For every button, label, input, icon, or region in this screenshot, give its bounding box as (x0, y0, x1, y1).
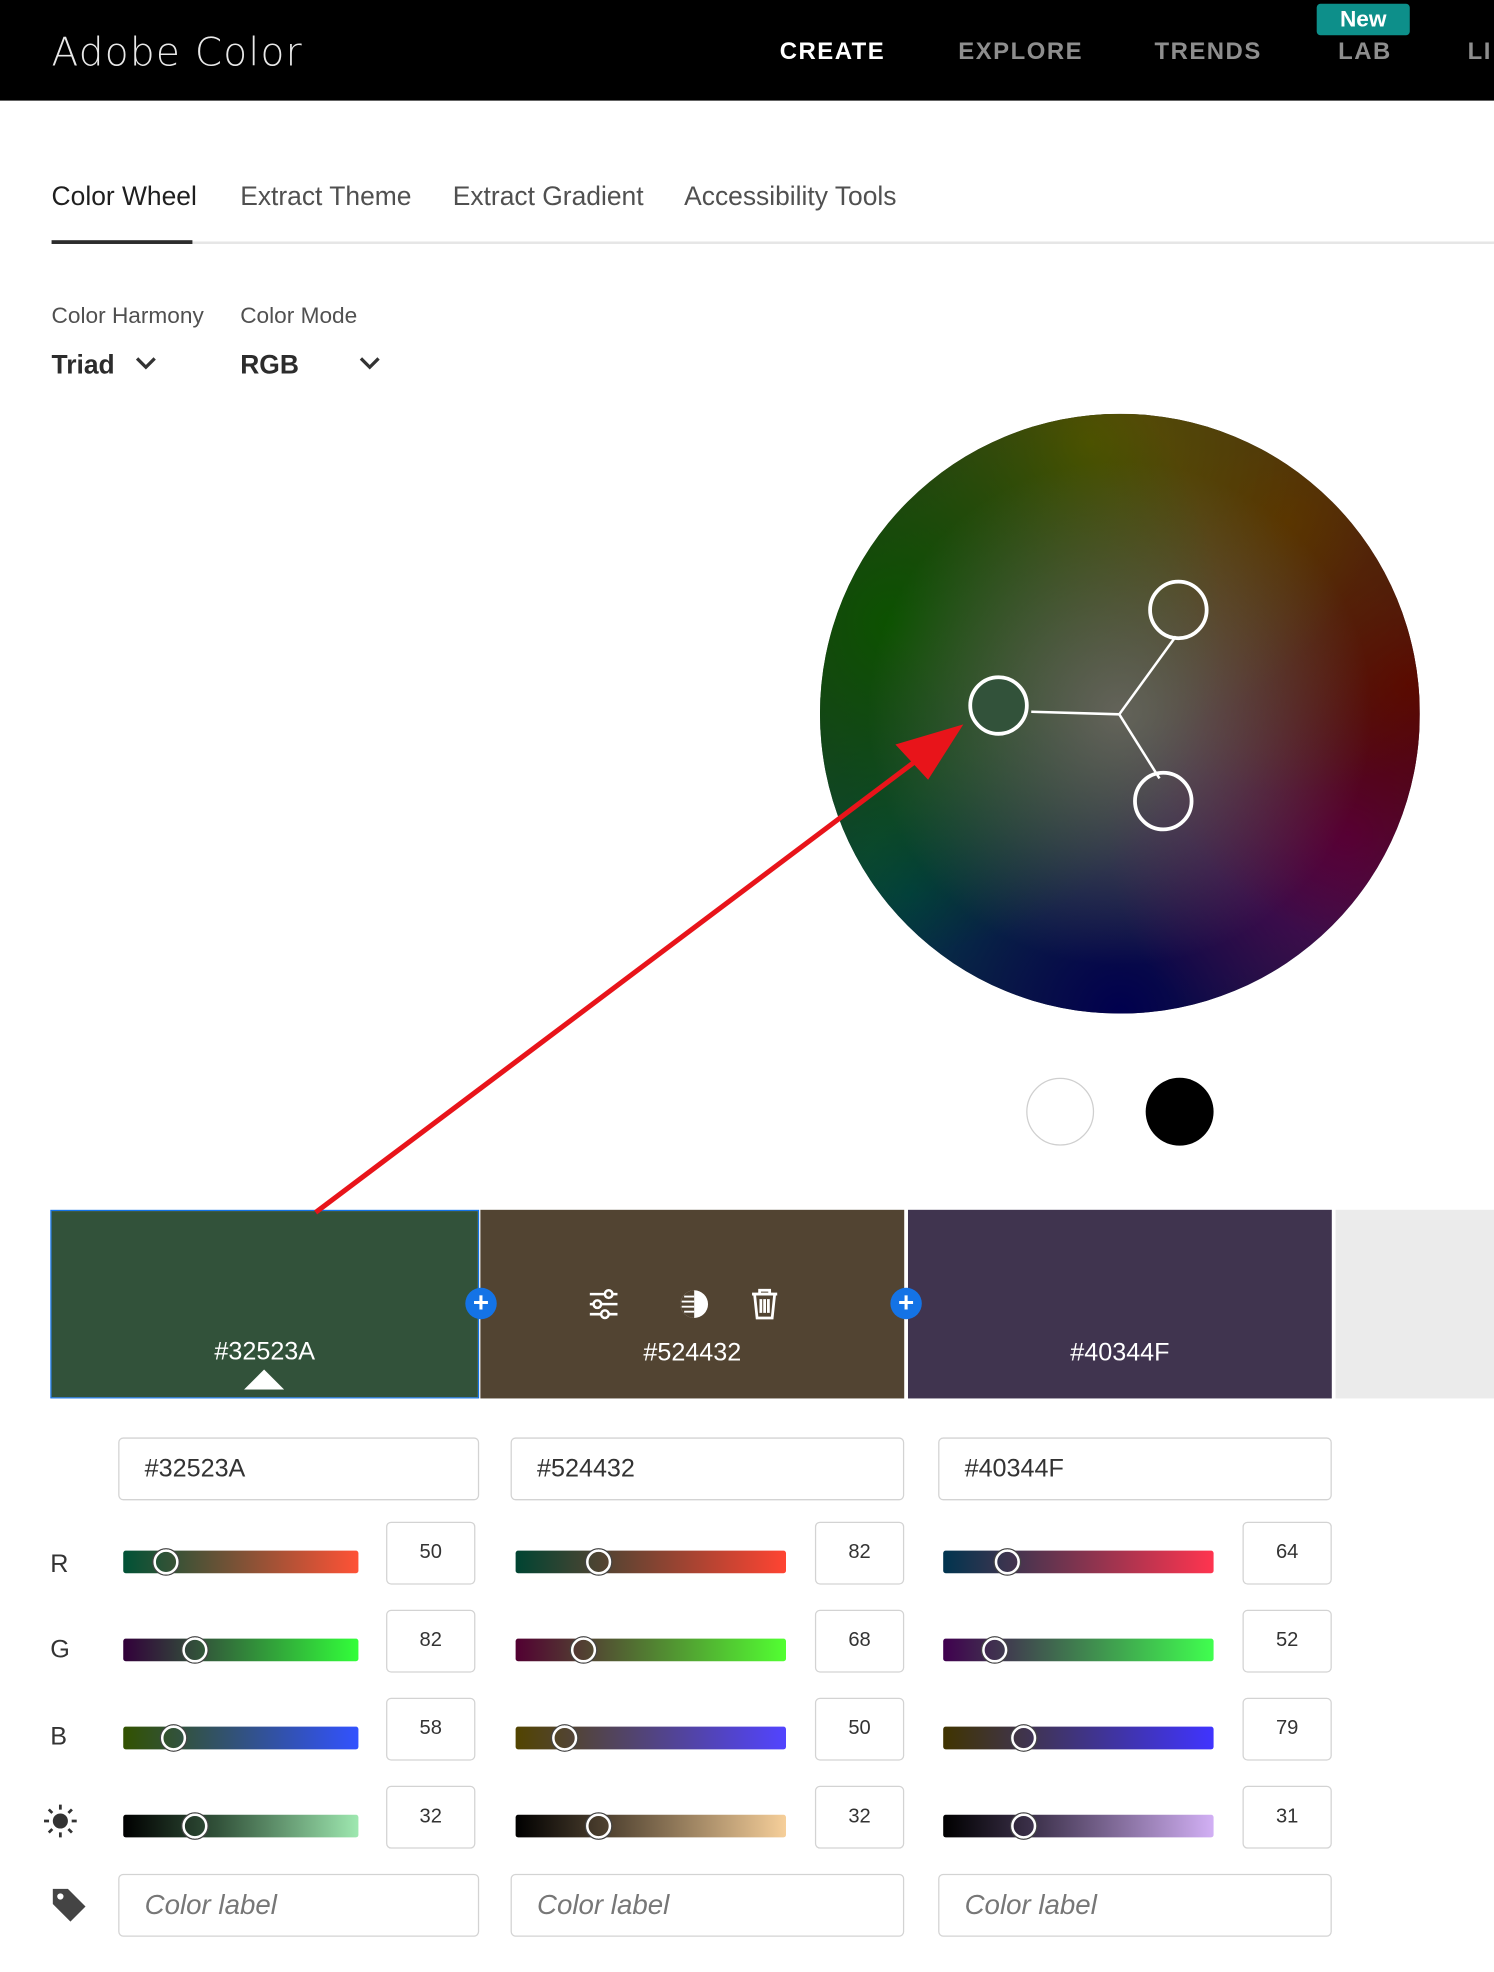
slider-b-3-handle[interactable] (1011, 1725, 1037, 1751)
slider-g-1[interactable] (123, 1638, 359, 1662)
tab-extract-theme[interactable]: Extract Theme (240, 182, 411, 212)
nav-explore[interactable]: EXPLORE (958, 39, 1083, 67)
plus-icon[interactable]: + (890, 1287, 922, 1320)
slider-r-2[interactable] (515, 1550, 786, 1574)
brand-logo[interactable]: Adobe Color (52, 30, 303, 75)
wheel-handle-3[interactable] (1133, 770, 1194, 832)
wheel-handle-2[interactable] (1148, 579, 1209, 641)
tab-accessibility-tools[interactable]: Accessibility Tools (684, 182, 896, 212)
sun-icon (44, 1804, 77, 1838)
swatch-3[interactable]: #40344F (907, 1209, 1332, 1399)
white-color-button[interactable] (1026, 1077, 1095, 1146)
color-label-input-2[interactable]: Color label (510, 1873, 905, 1937)
chevron-down-icon[interactable] (357, 351, 382, 376)
value-r-1[interactable]: 50 (386, 1521, 476, 1585)
empty-swatch-slot[interactable] (1335, 1209, 1494, 1399)
new-badge: New (1316, 3, 1410, 36)
slider-g-2-handle[interactable] (570, 1637, 597, 1663)
slider-r-3[interactable] (943, 1550, 1214, 1574)
swatch-2-hex: #524432 (643, 1339, 742, 1368)
swatch-1[interactable]: #32523A (50, 1209, 480, 1399)
color-wheel[interactable] (819, 413, 1420, 1014)
hex-input-1[interactable]: #32523A (118, 1437, 480, 1501)
tag-icon (52, 1888, 86, 1922)
swatch-1-hex: #32523A (214, 1338, 316, 1366)
slider-r-2-handle[interactable] (586, 1549, 612, 1575)
slider-r-1-handle[interactable] (153, 1549, 179, 1575)
slider-g-2[interactable] (515, 1638, 786, 1662)
swatch-3-fill (907, 1209, 1332, 1399)
value-g-2[interactable]: 68 (814, 1609, 905, 1673)
slider-g-1-handle[interactable] (182, 1637, 208, 1663)
wheel-handle-base[interactable] (968, 675, 1029, 736)
slider-brightness-2[interactable] (515, 1814, 786, 1838)
nav-lab[interactable]: LAB (1338, 39, 1392, 67)
value-b-3[interactable]: 79 (1242, 1697, 1332, 1761)
slider-b-3[interactable] (943, 1726, 1214, 1750)
color-mode-select[interactable]: RGB (240, 351, 299, 381)
hex-input-2[interactable]: #524432 (510, 1437, 905, 1501)
active-tab-indicator (51, 240, 193, 244)
contrast-icon[interactable] (677, 1287, 712, 1322)
row-label-g: G (50, 1636, 70, 1664)
slider-brightness-3[interactable] (943, 1814, 1214, 1838)
color-mode-label: Color Mode (240, 303, 358, 329)
adobe-color-page: Adobe Color CREATE EXPLORE TRENDS New LA… (0, 0, 1494, 1972)
black-color-button[interactable] (1145, 1077, 1214, 1146)
value-b-2[interactable]: 50 (814, 1697, 905, 1761)
slider-brightness-2-handle[interactable] (586, 1813, 612, 1839)
slider-brightness-3-handle[interactable] (1011, 1813, 1037, 1839)
nav-create[interactable]: CREATE (780, 39, 886, 67)
color-harmony-label: Color Harmony (51, 303, 204, 329)
row-label-r: R (50, 1550, 69, 1579)
trash-icon[interactable] (747, 1287, 782, 1322)
slider-brightness-1[interactable] (123, 1814, 359, 1838)
row-label-b: B (50, 1722, 68, 1751)
color-label-input-1[interactable]: Color label (118, 1873, 480, 1937)
value-brightness-3[interactable]: 31 (1242, 1785, 1332, 1849)
tabs-divider (51, 241, 1494, 244)
slider-b-1[interactable] (123, 1726, 359, 1750)
value-r-3[interactable]: 64 (1242, 1521, 1332, 1585)
plus-icon[interactable]: + (465, 1287, 497, 1320)
hex-input-3[interactable]: #40344F (938, 1437, 1332, 1501)
value-b-1[interactable]: 58 (386, 1697, 476, 1761)
slider-b-1-handle[interactable] (160, 1725, 187, 1751)
swatch-3-hex: #40344F (1070, 1339, 1170, 1368)
color-label-input-3[interactable]: Color label (938, 1873, 1332, 1937)
nav-trends[interactable]: TRENDS (1154, 39, 1261, 67)
value-brightness-2[interactable]: 32 (814, 1785, 905, 1849)
value-r-2[interactable]: 82 (814, 1521, 905, 1585)
sliders-icon[interactable] (586, 1287, 621, 1322)
tab-color-wheel[interactable]: Color Wheel (52, 182, 197, 212)
top-nav-bar: Adobe Color CREATE EXPLORE TRENDS New LA… (0, 0, 1494, 101)
value-g-1[interactable]: 82 (386, 1609, 476, 1673)
tab-extract-gradient[interactable]: Extract Gradient (453, 182, 644, 212)
slider-g-3-handle[interactable] (982, 1637, 1008, 1663)
slider-r-3-handle[interactable] (994, 1549, 1020, 1575)
color-wheel-gradient (819, 413, 1420, 1014)
value-brightness-1[interactable]: 32 (386, 1785, 476, 1849)
nav-libraries[interactable]: LI (1468, 39, 1492, 67)
color-harmony-select[interactable]: Triad (52, 351, 115, 381)
slider-b-2-handle[interactable] (552, 1725, 578, 1751)
slider-brightness-1-handle[interactable] (182, 1813, 208, 1839)
selected-indicator-icon (243, 1369, 285, 1390)
chevron-down-icon[interactable] (133, 351, 158, 376)
value-g-3[interactable]: 52 (1242, 1609, 1332, 1673)
